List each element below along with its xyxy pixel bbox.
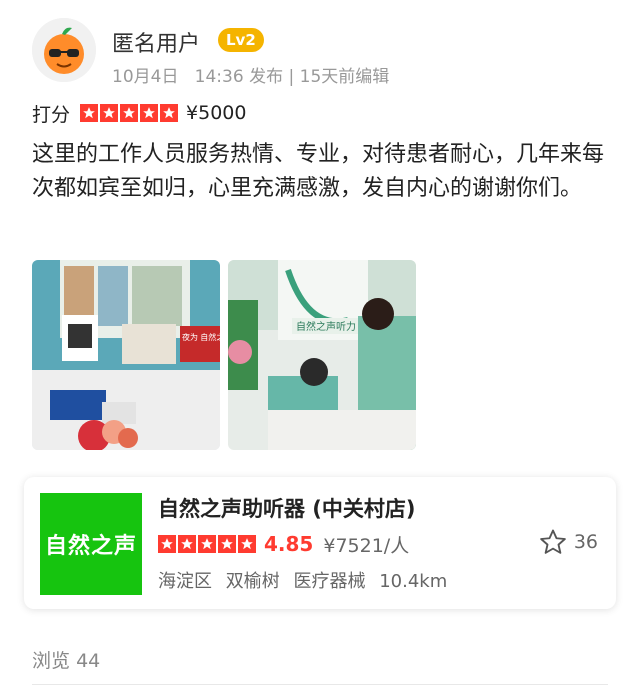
shop-district: 海淀区 — [158, 571, 212, 592]
star-icon — [100, 104, 119, 122]
shop-area: 双榆树 — [225, 571, 280, 592]
review-photo-1[interactable]: 夜为 自然之 — [32, 260, 220, 450]
shop-score: 4.85 — [264, 532, 314, 556]
username[interactable]: 匿名用户 — [112, 26, 200, 58]
shop-card[interactable]: 自然之声 自然之声助听器 (中关村店) 4.85 ¥7521/人 海淀区 双榆树… — [24, 477, 616, 609]
favorite-count: 36 — [573, 531, 598, 553]
star-icon — [140, 104, 159, 122]
star-icon — [238, 535, 256, 553]
shop-logo[interactable]: 自然之声 — [40, 493, 142, 595]
star-icon — [160, 104, 179, 122]
photo-gallery: 夜为 自然之 自然之声听力 — [32, 260, 416, 450]
shop-stars — [158, 535, 256, 553]
star-icon — [158, 535, 176, 553]
star-icon — [218, 535, 236, 553]
shop-rating-row: 4.85 ¥7521/人 — [158, 531, 409, 557]
review-price: ¥5000 — [186, 102, 247, 124]
shop-distance: 10.4km — [379, 571, 448, 592]
star-icon — [80, 104, 99, 122]
post-meta: 10月4日 14:36 发布 | 15天前编辑 — [112, 62, 389, 87]
view-count: 浏览 44 — [32, 646, 100, 673]
shop-avg-price: ¥7521/人 — [323, 534, 410, 557]
shop-name[interactable]: 自然之声助听器 (中关村店) — [158, 493, 416, 523]
rating-row: 打分 ¥5000 — [32, 100, 246, 126]
shop-tags: 海淀区 双榆树 医疗器械 10.4km — [158, 567, 455, 593]
review-text[interactable]: 这里的工作人员服务热情、专业，对待患者耐心，几年来每次都如宾至如归，心里充满感激… — [32, 138, 610, 206]
photo-sign-text: 自然之声听力 — [296, 320, 356, 333]
user-avatar[interactable] — [32, 18, 96, 82]
post-time: 14:36 发布 — [194, 67, 284, 87]
star-outline-icon — [540, 529, 566, 554]
shop-category: 医疗器械 — [293, 571, 366, 592]
rating-stars — [80, 104, 179, 122]
edit-time: 15天前编辑 — [299, 67, 390, 87]
favorite-button[interactable]: 36 — [538, 527, 598, 557]
review-header: 匿名用户 Lv2 10月4日 14:36 发布 | 15天前编辑 — [32, 18, 612, 88]
level-badge: Lv2 — [218, 28, 264, 52]
orange-avatar-icon — [32, 18, 96, 82]
rating-label: 打分 — [32, 103, 71, 126]
star-icon — [120, 104, 139, 122]
star-icon — [198, 535, 216, 553]
meta-separator: | — [288, 67, 295, 87]
divider — [32, 684, 608, 685]
photo-sign-text: 夜为 自然之 — [182, 332, 220, 342]
review-photo-2[interactable]: 自然之声听力 — [228, 260, 416, 450]
post-date: 10月4日 — [112, 67, 179, 87]
star-icon — [178, 535, 196, 553]
views-label: 浏览 — [32, 650, 71, 672]
views-number: 44 — [76, 650, 101, 672]
